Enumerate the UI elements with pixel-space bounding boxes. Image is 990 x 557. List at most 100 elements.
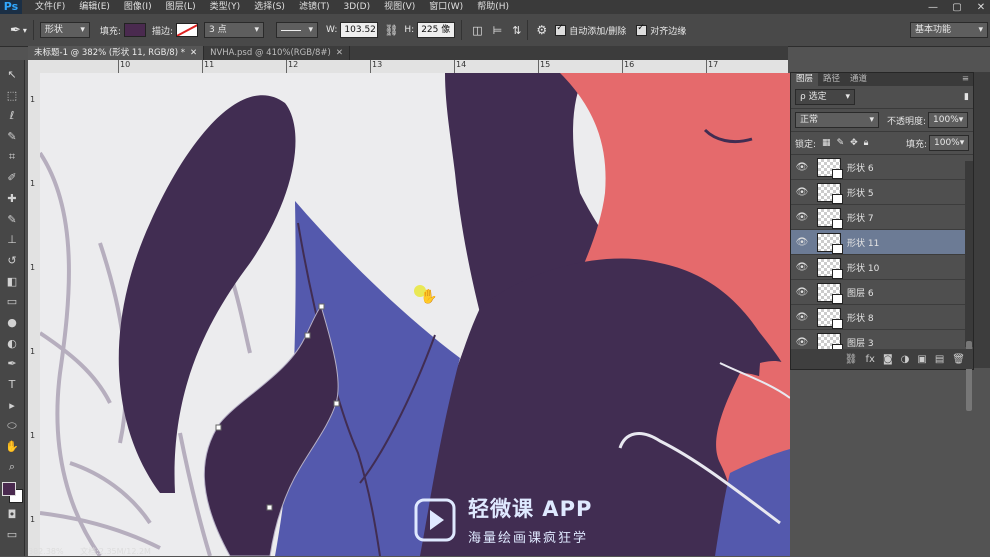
menu-item[interactable]: 图层(L) — [159, 0, 203, 14]
menu-item[interactable]: 类型(Y) — [203, 0, 248, 14]
lock-pixels-icon[interactable]: ✎ — [837, 138, 845, 148]
height-input[interactable]: 225 像 — [417, 22, 456, 38]
eye-icon[interactable]: 👁︎ — [791, 162, 813, 173]
quick-mask-icon[interactable]: ◘ — [0, 504, 24, 525]
menu-item[interactable]: 3D(D) — [336, 0, 377, 14]
menu-item[interactable]: 帮助(H) — [470, 0, 516, 14]
lock-position-icon[interactable]: ✥ — [850, 138, 858, 148]
adjustment-layer-icon[interactable]: ◑ — [901, 354, 910, 365]
gradient-tool-icon[interactable]: ▭ — [0, 292, 24, 313]
marquee-tool-icon[interactable]: ⬚ — [0, 85, 24, 106]
eye-icon[interactable]: 👁︎ — [791, 312, 813, 323]
blur-tool-icon[interactable]: ● — [0, 312, 24, 333]
checkbox-icon — [555, 23, 567, 36]
width-input[interactable]: 103.52 — [340, 22, 379, 38]
dodge-tool-icon[interactable]: ◐ — [0, 333, 24, 354]
history-brush-tool-icon[interactable]: ↺ — [0, 250, 24, 271]
eye-icon[interactable]: 👁︎ — [791, 212, 813, 223]
tab-untitled-1[interactable]: 未标题-1 @ 382% (形状 11, RGB/8) * ✕ — [28, 46, 205, 60]
new-group-icon[interactable]: ▣ — [917, 354, 926, 365]
tab-paths[interactable]: 路径 — [818, 73, 845, 86]
menu-item[interactable]: 滤镜(T) — [292, 0, 337, 14]
color-swatches[interactable] — [0, 478, 24, 504]
quick-select-tool-icon[interactable]: ✎ — [0, 126, 24, 147]
layer-row[interactable]: 👁︎ 形状 8 — [791, 305, 965, 330]
menu-item[interactable]: 窗口(W) — [422, 0, 470, 14]
layer-row[interactable]: 👁︎ 形状 10 — [791, 255, 965, 280]
menu-item[interactable]: 视图(V) — [377, 0, 422, 14]
close-icon[interactable]: ✕ — [336, 46, 343, 60]
layer-row[interactable]: 👁︎ 形状 11 — [791, 230, 965, 255]
maximize-button[interactable]: ▢ — [950, 2, 964, 13]
lock-all-icon[interactable]: 🔒︎ — [864, 138, 869, 148]
add-mask-icon[interactable]: ◙ — [883, 354, 893, 365]
fill-swatch[interactable] — [123, 23, 146, 37]
panel-menu-icon[interactable]: ≡ — [962, 73, 969, 86]
hand-tool-icon[interactable]: ✋ — [0, 436, 24, 457]
layer-row[interactable]: 👁︎ 形状 6 — [791, 155, 965, 180]
stroke-type-dropdown[interactable]: ▾ — [276, 22, 319, 38]
close-button[interactable]: ✕ — [974, 2, 988, 13]
eraser-tool-icon[interactable]: ◧ — [0, 271, 24, 292]
path-select-tool-icon[interactable]: ▸ — [0, 395, 24, 416]
lasso-tool-icon[interactable]: ℓ — [0, 105, 24, 126]
link-icon[interactable]: ⛓ — [384, 24, 398, 37]
move-tool-icon[interactable]: ↖ — [0, 64, 24, 85]
document-canvas[interactable]: ✋ 轻微课 APP 海量绘画课疯狂学 — [40, 73, 790, 556]
layer-row[interactable]: 👁︎ 形状 7 — [791, 205, 965, 230]
opacity-input[interactable]: 100% ▾ — [928, 112, 969, 128]
stroke-size-dropdown[interactable]: 3 点 ▾ — [204, 22, 265, 38]
ruler-label: 1 — [30, 263, 36, 272]
lock-transparent-icon[interactable]: ▦ — [822, 138, 831, 148]
blend-mode-dropdown[interactable]: 正常 ▾ — [795, 112, 879, 128]
minimize-button[interactable]: — — [926, 2, 940, 13]
filter-toggle-icon[interactable]: ▮ — [964, 92, 969, 102]
workspace-value: 基本功能 — [915, 25, 952, 35]
foreground-color-swatch[interactable] — [2, 481, 16, 496]
eye-icon[interactable]: 👁︎ — [791, 187, 813, 198]
eye-icon[interactable]: 👁︎ — [791, 237, 813, 248]
screen-mode-icon[interactable]: ▭ — [0, 524, 24, 545]
layer-row[interactable]: 👁︎ 形状 5 — [791, 180, 965, 205]
auto-add-delete-checkbox[interactable]: 自动添加/删除 — [555, 23, 626, 37]
shape-tool-icon[interactable]: ⬭ — [0, 416, 24, 437]
pen-tool-icon[interactable]: ✒ — [0, 354, 24, 375]
align-edges-checkbox[interactable]: 对齐边缘 — [636, 23, 686, 37]
zoom-tool-icon[interactable]: ⌕ — [0, 457, 24, 478]
healing-brush-tool-icon[interactable]: ✚ — [0, 188, 24, 209]
brush-tool-icon[interactable]: ✎ — [0, 209, 24, 230]
path-arrangement-icon[interactable]: ⇅ — [512, 24, 521, 37]
tool-preset-picker[interactable]: ✒ ▾ — [10, 23, 27, 38]
path-alignment-icon[interactable]: ⊨ — [493, 24, 503, 37]
fx-icon[interactable]: fx — [866, 354, 875, 365]
eye-icon[interactable]: 👁︎ — [791, 337, 813, 348]
menu-item[interactable]: 图像(I) — [117, 0, 159, 14]
link-layers-icon[interactable]: ⛓ — [845, 354, 858, 365]
filter-kind-dropdown[interactable]: ρ 选定 ▾ — [795, 89, 855, 105]
tab-channels[interactable]: 通道 — [845, 73, 872, 86]
menu-item[interactable]: 文件(F) — [28, 0, 72, 14]
layer-scrollbar[interactable] — [965, 161, 973, 411]
fill-input[interactable]: 100% ▾ — [929, 135, 969, 151]
close-icon[interactable]: ✕ — [190, 46, 197, 60]
workspace-dropdown[interactable]: 基本功能 ▾ — [910, 22, 988, 38]
ruler-label: 15 — [540, 60, 551, 69]
tab-layers[interactable]: 图层 — [791, 73, 819, 86]
mode-dropdown[interactable]: 形状 ▾ — [39, 22, 90, 38]
crop-tool-icon[interactable]: ⌗ — [0, 147, 24, 168]
tab-nvha[interactable]: NVHA.psd @ 410%(RGB/8#) ✕ — [204, 46, 350, 60]
stroke-swatch[interactable] — [176, 23, 199, 37]
path-operations-icon[interactable]: ◫ — [472, 24, 482, 37]
zoom-level[interactable]: 382.38% — [28, 547, 64, 556]
eye-icon[interactable]: 👁︎ — [791, 287, 813, 298]
new-layer-icon[interactable]: ▤ — [935, 354, 944, 365]
eyedropper-tool-icon[interactable]: ✐ — [0, 167, 24, 188]
menu-item[interactable]: 选择(S) — [247, 0, 292, 14]
eye-icon[interactable]: 👁︎ — [791, 262, 813, 273]
menu-item[interactable]: 编辑(E) — [72, 0, 117, 14]
layer-row[interactable]: 👁︎ 图层 6 — [791, 280, 965, 305]
trash-icon[interactable]: 🗑 — [952, 354, 965, 365]
stamp-tool-icon[interactable]: ⊥ — [0, 230, 24, 251]
type-tool-icon[interactable]: T — [0, 374, 24, 395]
gear-icon[interactable]: ⚙ — [536, 23, 547, 37]
